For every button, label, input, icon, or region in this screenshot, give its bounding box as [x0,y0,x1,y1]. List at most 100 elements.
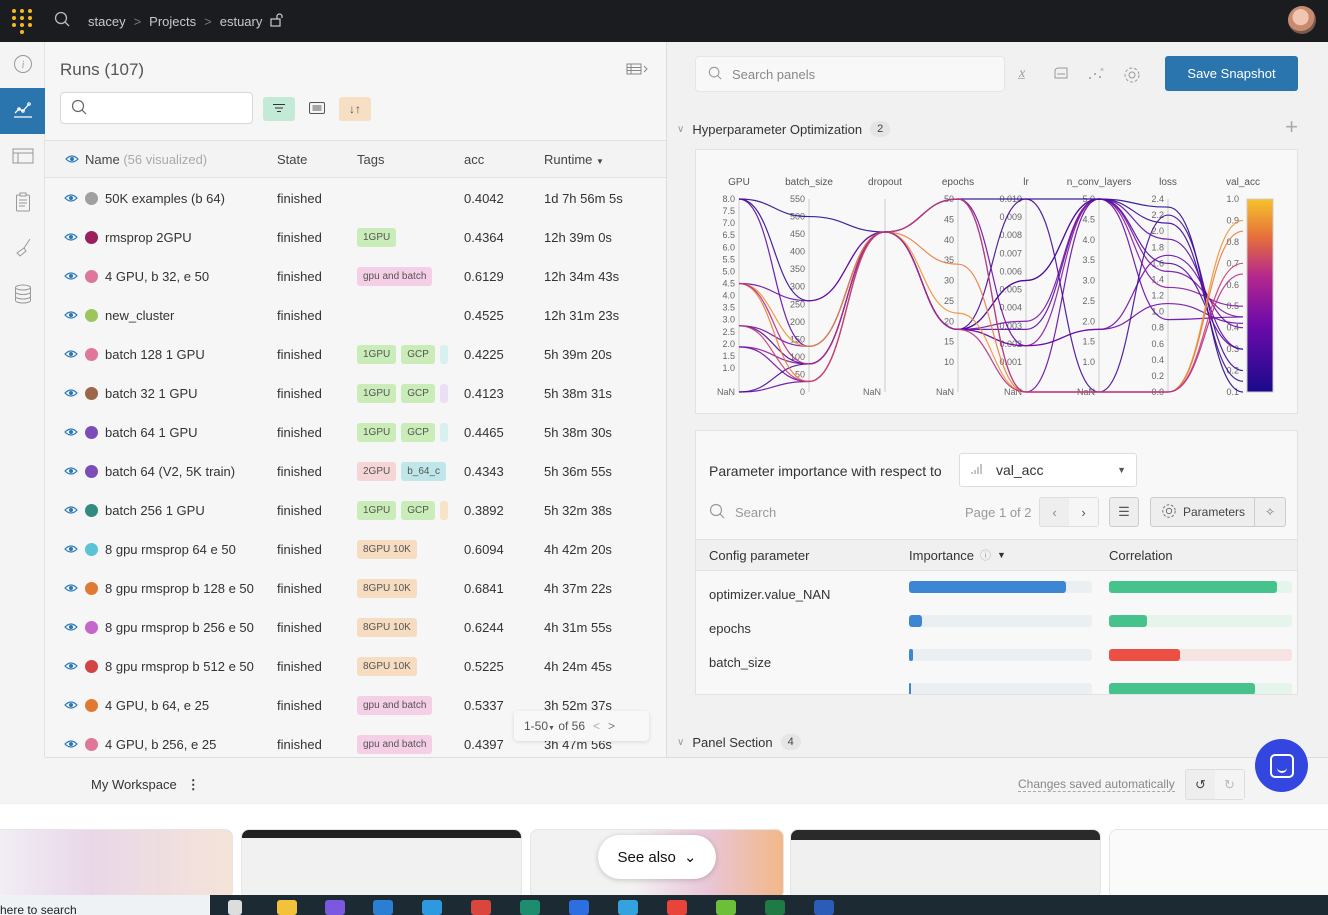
table-row[interactable]: rmsprop 2GPU finished 1GPU 0.4364 12h 39m 0s [45,218,666,257]
sidebar-item-reports[interactable] [0,180,45,226]
tag-badge[interactable]: 8GPU 10K [357,540,417,559]
parameter-search-input[interactable]: Search [709,503,776,522]
tag-badge[interactable]: GCP [401,423,435,442]
magic-wand-icon[interactable]: ✧ [1255,505,1285,519]
chat-support-button[interactable] [1255,739,1308,792]
unlock-icon[interactable] [270,12,284,30]
tag-badge[interactable]: b_64_c [401,462,447,481]
next-page-button[interactable]: › [1069,498,1098,526]
x-axis-icon[interactable]: x̲ [1019,66,1025,82]
tag-badge[interactable]: gpu and batch [357,696,433,715]
copilot-icon[interactable] [325,900,345,915]
run-color-dot[interactable] [85,738,98,751]
run-name[interactable]: 8 gpu rmsprop 64 e 50 [105,542,277,557]
eye-icon[interactable] [45,269,85,284]
app-logo-icon[interactable] [0,0,44,42]
run-name[interactable]: batch 256 1 GPU [105,503,277,518]
data-line[interactable] [738,231,1244,393]
breadcrumb-user[interactable]: stacey [88,14,126,29]
search-icon[interactable] [54,11,70,32]
run-color-dot[interactable] [85,270,98,283]
tag-badge[interactable]: 1GPU [357,345,397,364]
save-snapshot-button[interactable]: Save Snapshot [1165,56,1298,91]
column-header-acc[interactable]: acc [464,152,544,167]
eye-icon[interactable] [45,191,85,206]
run-name[interactable]: batch 64 1 GPU [105,425,277,440]
section-header-panel-section[interactable]: ∨ Panel Section 4 [677,734,801,750]
eye-icon[interactable] [45,425,85,440]
prev-page-button[interactable]: ‹ [1040,498,1069,526]
run-color-dot[interactable] [85,582,98,595]
app-icon[interactable] [716,900,736,915]
run-color-dot[interactable] [85,504,98,517]
run-color-dot[interactable] [85,426,98,439]
table-row[interactable]: batch 256 1 GPU finished 1GPU GCP 0.3892 5h 3… [45,491,666,530]
importance-row[interactable] [696,681,1297,694]
column-header-state[interactable]: State [277,152,357,167]
table-row[interactable]: new_cluster finished 0.4525 12h 31m 23s [45,296,666,335]
expand-table-button[interactable] [626,62,650,79]
eye-icon[interactable] [45,698,85,713]
run-color-dot[interactable] [85,192,98,205]
table-row[interactable]: batch 128 1 GPU finished 1GPU GCP 0.4225 5h 3… [45,335,666,374]
excel-icon[interactable] [765,900,785,915]
table-row[interactable]: 50K examples (b 64) finished 0.4042 1d 7h 5… [45,179,666,218]
app-icon[interactable] [520,900,540,915]
mail-icon[interactable] [373,900,393,915]
eye-icon[interactable] [45,503,85,518]
redo-button[interactable]: ↻ [1215,770,1244,799]
runs-search-input[interactable] [60,92,253,124]
run-name[interactable]: batch 128 1 GPU [105,347,277,362]
run-color-dot[interactable] [85,699,98,712]
eye-icon[interactable] [45,620,85,635]
tag-badge[interactable] [439,384,448,403]
table-row[interactable]: batch 64 1 GPU finished 1GPU GCP 0.4465 5h 38… [45,413,666,452]
tag-badge[interactable]: GCP [401,501,435,520]
related-image-thumbnail[interactable] [0,829,233,899]
panel-search-input[interactable]: Search panels [695,56,1005,92]
sidebar-item-overview[interactable]: i [0,42,45,88]
gear-icon[interactable] [1123,66,1141,87]
related-image-thumbnail[interactable] [241,829,522,899]
eye-icon[interactable] [45,542,85,557]
metric-select[interactable]: val_acc ▼ [959,453,1137,487]
related-image-thumbnail[interactable] [1109,829,1328,899]
page-size-select[interactable]: 1-50▼ of 56 [524,719,585,733]
sort-button[interactable]: ↓↑ [339,97,371,121]
table-row[interactable]: batch 32 1 GPU finished 1GPU GCP 0.4123 5h 38… [45,374,666,413]
sidebar-item-charts[interactable] [0,88,45,134]
undo-button[interactable]: ↺ [1186,770,1215,799]
eye-icon[interactable] [45,347,85,362]
importance-row[interactable]: optimizer.value_NAN [696,579,1297,613]
outliers-icon[interactable]: × [1088,66,1106,83]
run-color-dot[interactable] [85,309,98,322]
filter-button[interactable] [263,97,295,121]
avatar[interactable] [1288,6,1316,34]
list-view-button[interactable]: ☰ [1109,497,1139,527]
tag-badge[interactable] [439,345,448,364]
run-name[interactable]: batch 32 1 GPU [105,386,277,401]
section-header-hyperparameter[interactable]: ∨ Hyperparameter Optimization 2 [677,121,891,137]
app-icon[interactable] [471,900,491,915]
run-color-dot[interactable] [85,465,98,478]
run-name[interactable]: new_cluster [105,308,277,323]
tag-badge[interactable]: 2GPU [357,462,397,481]
table-row[interactable]: 4 GPU, b 32, e 50 finished gpu and batch 0.… [45,257,666,296]
column-header-runtime[interactable]: Runtime ▼ [544,152,664,167]
tag-badge[interactable]: 1GPU [357,501,397,520]
run-name[interactable]: 4 GPU, b 32, e 50 [105,269,277,284]
telegram-icon[interactable] [618,900,638,915]
file-explorer-icon[interactable] [277,900,297,915]
run-color-dot[interactable] [85,387,98,400]
store-icon[interactable] [422,900,442,915]
data-line[interactable] [738,198,1244,365]
eye-icon[interactable] [45,308,85,323]
eye-icon[interactable] [45,230,85,245]
eye-icon[interactable] [45,659,85,674]
smoothing-icon[interactable] [1053,66,1069,83]
table-row[interactable]: 8 gpu rmsprop b 128 e 50 finished 8GPU 10K… [45,569,666,608]
eye-icon[interactable] [45,386,85,401]
tag-badge[interactable]: 1GPU [357,423,397,442]
sidebar-item-artifacts[interactable] [0,272,45,318]
word-icon[interactable] [814,900,834,915]
